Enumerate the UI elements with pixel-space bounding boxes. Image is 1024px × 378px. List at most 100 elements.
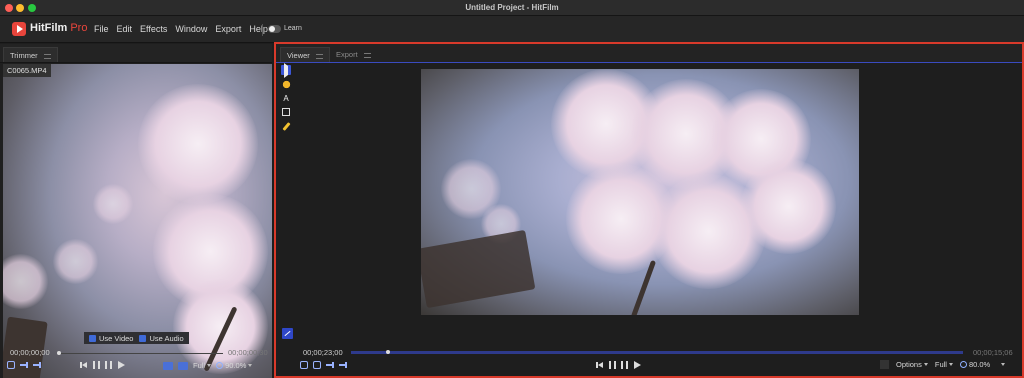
chevron-down-icon <box>948 363 953 366</box>
blossom <box>173 279 268 374</box>
overlay-icon[interactable] <box>178 361 188 370</box>
trimmer-scrub-track[interactable] <box>58 353 223 354</box>
trimmer-zoom-value: 90.0% <box>225 361 247 370</box>
hand-tool-icon[interactable] <box>281 79 291 89</box>
text-tool-icon[interactable]: A <box>281 93 291 103</box>
go-to-start-icon[interactable] <box>596 361 604 369</box>
tab-export[interactable]: Export <box>330 47 377 62</box>
trimmer-transport <box>80 361 125 369</box>
trimmer-quality-select[interactable]: Full <box>193 361 212 370</box>
set-out-icon[interactable] <box>339 361 347 369</box>
snap-tool-icon[interactable] <box>282 328 293 339</box>
loop-icon[interactable] <box>313 361 321 369</box>
panel-menu-icon[interactable] <box>363 53 371 58</box>
logo-pro: Pro <box>70 22 88 34</box>
color-swatch[interactable] <box>880 360 889 369</box>
pen-tool-icon[interactable] <box>281 121 291 131</box>
window-title: Untitled Project - HitFilm <box>465 3 559 12</box>
pencil-icon <box>281 121 291 131</box>
chevron-down-icon <box>248 364 253 367</box>
viewer-preview-image <box>421 69 859 315</box>
learn-label: Learn <box>284 25 302 32</box>
viewer-zoom-select[interactable]: 80.0% <box>959 360 991 369</box>
viewer-quality-select[interactable]: Full <box>935 360 953 369</box>
trimmer-zoom-select[interactable]: 90.0% <box>216 361 253 370</box>
viewer-current-time: 00;00;23;00 <box>303 348 343 357</box>
trimmer-end-time: 00;00;00;30 <box>228 348 268 357</box>
app-logo: HitFilm Pro <box>30 22 87 34</box>
use-video-button[interactable]: Use Video <box>89 333 133 343</box>
tab-viewer[interactable]: Viewer <box>280 47 330 62</box>
step-back-icon[interactable] <box>609 361 616 369</box>
trimmer-left-controls <box>7 361 41 369</box>
loop-icon[interactable] <box>7 361 15 369</box>
go-to-start-icon[interactable] <box>80 361 88 369</box>
set-out-icon[interactable] <box>33 361 41 369</box>
tab-trimmer[interactable]: Trimmer <box>3 47 58 62</box>
zoom-icon <box>216 362 224 369</box>
viewer-zoom-value: 80.0% <box>968 360 991 369</box>
viewer-transport <box>596 361 641 369</box>
viewer-panel: Viewer Export A 00;00;23;00 00;00;15;06 <box>274 42 1024 378</box>
crop-icon <box>282 108 290 116</box>
zoom-icon <box>959 361 967 368</box>
options-dropdown[interactable]: Options <box>896 360 928 369</box>
viewer-timeline-track[interactable] <box>351 351 963 354</box>
viewer-tab-row: Viewer Export <box>276 44 1022 63</box>
tab-trimmer-label: Trimmer <box>10 51 38 60</box>
blossom <box>3 254 48 309</box>
chevron-down-icon <box>923 363 928 366</box>
use-video-label: Use Video <box>99 333 134 343</box>
viewer-playhead[interactable] <box>385 350 390 354</box>
trimmer-tab-row: Trimmer <box>0 44 272 63</box>
trimmer-panel: Trimmer C0065.MP4 Use Video Use Audio 00… <box>0 44 272 378</box>
blossom <box>93 184 133 224</box>
step-back-icon[interactable] <box>93 361 100 369</box>
set-in-icon[interactable] <box>326 361 334 369</box>
tab-export-label: Export <box>336 50 358 59</box>
menu-bar: HitFilm Pro File Edit Effects Window Exp… <box>0 16 1024 43</box>
blossom <box>138 84 258 204</box>
menu-file[interactable]: File <box>94 24 109 34</box>
use-audio-button[interactable]: Use Audio <box>139 333 184 343</box>
menu-help[interactable]: Help <box>249 24 268 34</box>
menu-effects[interactable]: Effects <box>140 24 167 34</box>
viewer-right-controls: Options Full 80.0% <box>880 360 1006 369</box>
step-forward-icon[interactable] <box>105 361 112 369</box>
use-media-bar: Use Video Use Audio <box>84 332 189 344</box>
trimmer-quality-value: Full <box>193 361 206 370</box>
crop-tool-icon[interactable] <box>281 107 291 117</box>
viewer-end-time: 00;00;15;06 <box>973 348 1013 357</box>
viewer-tools: A <box>280 65 292 131</box>
menu-edit[interactable]: Edit <box>117 24 133 34</box>
trimmer-playhead[interactable] <box>57 351 61 355</box>
panel-menu-icon[interactable] <box>315 54 323 59</box>
play-icon[interactable] <box>117 361 125 369</box>
chevron-down-icon <box>207 364 212 367</box>
branch <box>421 229 536 309</box>
viewer-quality-value: Full <box>934 360 947 369</box>
selection-tool-icon[interactable] <box>281 65 291 75</box>
learn-toggle[interactable] <box>268 25 281 33</box>
insert-icon[interactable] <box>163 361 173 370</box>
panel-menu-icon[interactable] <box>43 54 51 59</box>
step-forward-icon[interactable] <box>621 361 628 369</box>
window-titlebar: Untitled Project - HitFilm <box>0 0 1024 16</box>
menu-divider <box>262 24 263 36</box>
use-audio-label: Use Audio <box>149 333 184 343</box>
trimmer-preview-image <box>3 64 272 378</box>
blossom <box>741 159 836 254</box>
viewer-left-controls <box>300 361 347 369</box>
menu-window[interactable]: Window <box>175 24 207 34</box>
arrow-icon <box>284 66 288 75</box>
tab-viewer-label: Viewer <box>287 51 310 60</box>
trimmer-current-time: 00;00;00;00 <box>10 348 50 357</box>
chevron-down-icon[interactable] <box>1001 363 1006 366</box>
main-menu: File Edit Effects Window Export Help <box>94 24 268 34</box>
set-in-icon[interactable] <box>20 361 28 369</box>
fit-icon[interactable] <box>300 361 308 369</box>
logo-main: HitFilm <box>30 22 68 34</box>
menu-export[interactable]: Export <box>215 24 241 34</box>
play-icon[interactable] <box>633 361 641 369</box>
options-label: Options <box>896 360 922 369</box>
